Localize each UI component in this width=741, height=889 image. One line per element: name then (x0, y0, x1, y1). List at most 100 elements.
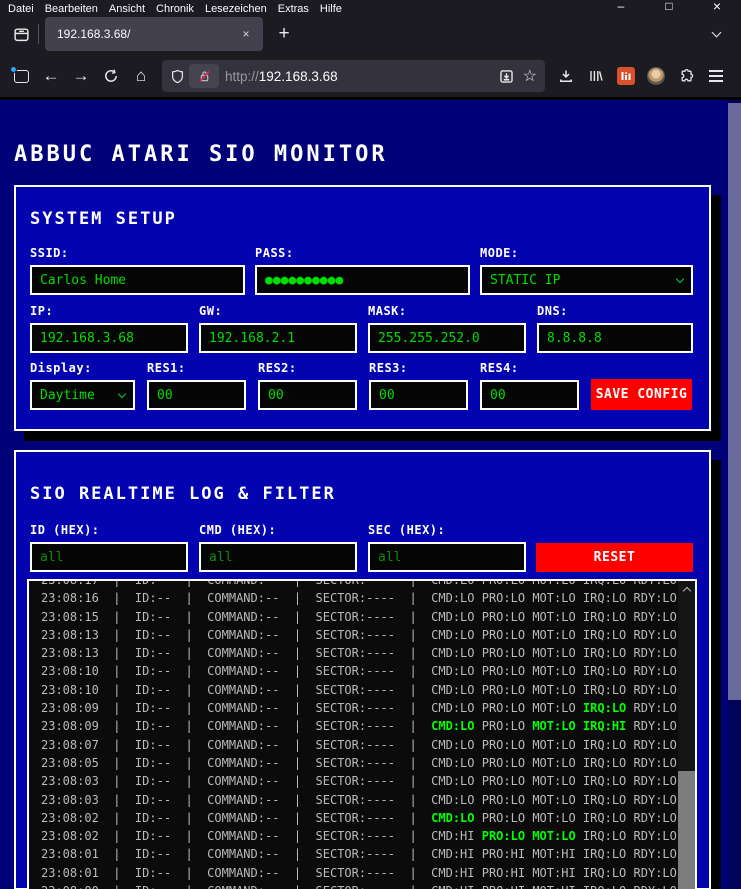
ssid-input[interactable] (30, 265, 245, 295)
ssid-label: SSID: (30, 246, 69, 260)
res4-input[interactable] (480, 380, 579, 410)
menu-item-chronik[interactable]: Chronik (156, 3, 194, 13)
maximize-button[interactable]: □ (645, 0, 693, 13)
save-config-button[interactable]: SAVE CONFIG (591, 379, 692, 410)
minimize-button[interactable]: – (597, 0, 645, 13)
cmd-hex-label: CMD (HEX): (199, 523, 277, 537)
page-content: ABBUC ATARI SIO MONITOR SYSTEM SETUP SSI… (0, 100, 741, 889)
log-line: 23:08:02 | ID:-- | COMMAND:-- | SECTOR:-… (41, 810, 677, 825)
menu-item-hilfe[interactable]: Hilfe (320, 3, 342, 13)
id-hex-input[interactable] (30, 542, 188, 572)
close-button[interactable]: × (693, 0, 741, 13)
log-line: 23:08:10 | ID:-- | COMMAND:-- | SECTOR:-… (41, 664, 677, 679)
back-icon[interactable]: ← (36, 61, 66, 91)
window-controls: – □ × (597, 0, 741, 13)
firefox-view-icon[interactable] (8, 21, 34, 47)
log-filter-heading: SIO REALTIME LOG & FILTER (30, 484, 336, 504)
library-icon[interactable] (581, 61, 611, 91)
insecure-lock-icon[interactable] (189, 64, 219, 88)
display-select[interactable]: Daytime (30, 380, 135, 410)
system-setup-panel: SYSTEM SETUP SSID: PASS: MODE: STATIC IP… (14, 185, 711, 431)
log-line: 23:08:13 | ID:-- | COMMAND:-- | SECTOR:-… (41, 646, 677, 661)
log-line: 23:08:03 | ID:-- | COMMAND:-- | SECTOR:-… (41, 774, 677, 789)
tab-separator (38, 24, 39, 44)
sidebar-panel-icon[interactable] (6, 61, 36, 91)
bookmark-star-icon[interactable]: ☆ (523, 66, 537, 86)
forward-icon[interactable]: → (66, 61, 96, 91)
extensions-puzzle-icon[interactable] (671, 61, 701, 91)
mask-label: MASK: (368, 304, 407, 318)
dns-input[interactable] (537, 323, 693, 353)
reload-icon[interactable] (96, 61, 126, 91)
cmd-hex-input[interactable] (199, 542, 357, 572)
navigation-toolbar: ← → ⌂ http://192.168.3.68 ☆ (0, 55, 741, 97)
shield-icon[interactable] (170, 69, 185, 84)
new-tab-button[interactable]: + (271, 21, 297, 47)
res4-label: RES4: (480, 361, 519, 375)
log-line: 23:08:15 | ID:-- | COMMAND:-- | SECTOR:-… (41, 609, 677, 624)
chevron-down-icon (117, 389, 127, 398)
tab-bar: 192.168.3.68/ × + (0, 13, 741, 55)
ip-input[interactable] (30, 323, 188, 353)
menu-item-datei[interactable]: Datei (8, 3, 34, 13)
menu-bar: Datei Bearbeiten Ansicht Chronik Lesezeichen… (0, 0, 741, 13)
log-scrollbar-thumb[interactable] (678, 771, 695, 889)
res3-input[interactable] (369, 380, 468, 410)
sec-hex-label: SEC (HEX): (368, 523, 446, 537)
home-icon[interactable]: ⌂ (126, 61, 156, 91)
profile-avatar[interactable] (641, 61, 671, 91)
log-line: 23:08:13 | ID:-- | COMMAND:-- | SECTOR:-… (41, 627, 677, 642)
log-line: 23:08:07 | ID:-- | COMMAND:-- | SECTOR:-… (41, 737, 677, 752)
chevron-down-icon (675, 274, 685, 283)
res1-label: RES1: (147, 361, 186, 375)
notification-dot (9, 65, 17, 73)
active-tab[interactable]: 192.168.3.68/ × (45, 17, 263, 51)
log-line: 23:08:16 | ID:-- | COMMAND:-- | SECTOR:-… (41, 591, 677, 606)
log-line: 23:08:17 | ID:-- | COMMAND:-- | SECTOR:-… (41, 579, 677, 587)
page-title: ABBUC ATARI SIO MONITOR (14, 142, 388, 167)
tab-close-icon[interactable]: × (237, 27, 255, 41)
sio-log-lines: 23:08:17 | ID:-- | COMMAND:-- | SECTOR:-… (29, 579, 695, 889)
reset-button[interactable]: RESET (536, 543, 693, 572)
log-filter-panel: SIO REALTIME LOG & FILTER ID (HEX): CMD … (14, 450, 711, 889)
log-line: 23:08:02 | ID:-- | COMMAND:-- | SECTOR:-… (41, 829, 677, 844)
extension-bars-icon[interactable] (611, 61, 641, 91)
page-scrollbar[interactable] (728, 100, 741, 889)
dns-label: DNS: (537, 304, 568, 318)
id-hex-label: ID (HEX): (30, 523, 100, 537)
downloads-icon[interactable] (551, 61, 581, 91)
display-label: Display: (30, 361, 92, 375)
menu-item-lesezeichen[interactable]: Lesezeichen (205, 3, 267, 13)
pass-input[interactable] (255, 265, 470, 295)
log-line: 23:08:09 | ID:-- | COMMAND:-- | SECTOR:-… (41, 701, 677, 716)
gw-input[interactable] (199, 323, 357, 353)
list-tabs-chevron-icon[interactable] (703, 21, 729, 47)
hamburger-menu-icon[interactable] (701, 61, 731, 91)
sio-log: 23:08:17 | ID:-- | COMMAND:-- | SECTOR:-… (27, 579, 697, 889)
pass-label: PASS: (255, 246, 294, 260)
page-scrollbar-thumb[interactable] (728, 103, 741, 700)
url-text: http://192.168.3.68 (225, 69, 498, 84)
mode-select[interactable]: STATIC IP (480, 265, 693, 295)
res1-input[interactable] (147, 380, 246, 410)
log-line: 23:08:05 | ID:-- | COMMAND:-- | SECTOR:-… (41, 755, 677, 770)
mode-value: STATIC IP (490, 272, 561, 288)
menu-item-bearbeiten[interactable]: Bearbeiten (45, 3, 98, 13)
res2-input[interactable] (258, 380, 357, 410)
menu-item-extras[interactable]: Extras (278, 3, 309, 13)
gw-label: GW: (199, 304, 223, 318)
sec-hex-input[interactable] (368, 542, 526, 572)
mode-label: MODE: (480, 246, 519, 260)
mask-input[interactable] (368, 323, 526, 353)
log-line: 23:08:03 | ID:-- | COMMAND:-- | SECTOR:-… (41, 792, 677, 807)
log-line: 23:08:01 | ID:-- | COMMAND:-- | SECTOR:-… (41, 847, 677, 862)
menu-item-ansicht[interactable]: Ansicht (109, 3, 145, 13)
log-scrollbar[interactable] (678, 581, 695, 889)
scroll-up-icon[interactable] (678, 581, 695, 598)
menu-bar-items: Datei Bearbeiten Ansicht Chronik Lesezeichen… (8, 3, 342, 13)
save-page-icon[interactable] (498, 68, 515, 85)
display-value: Daytime (40, 387, 95, 403)
url-bar[interactable]: http://192.168.3.68 ☆ (162, 60, 545, 92)
log-line: 23:08:10 | ID:-- | COMMAND:-- | SECTOR:-… (41, 682, 677, 697)
res2-label: RES2: (258, 361, 297, 375)
